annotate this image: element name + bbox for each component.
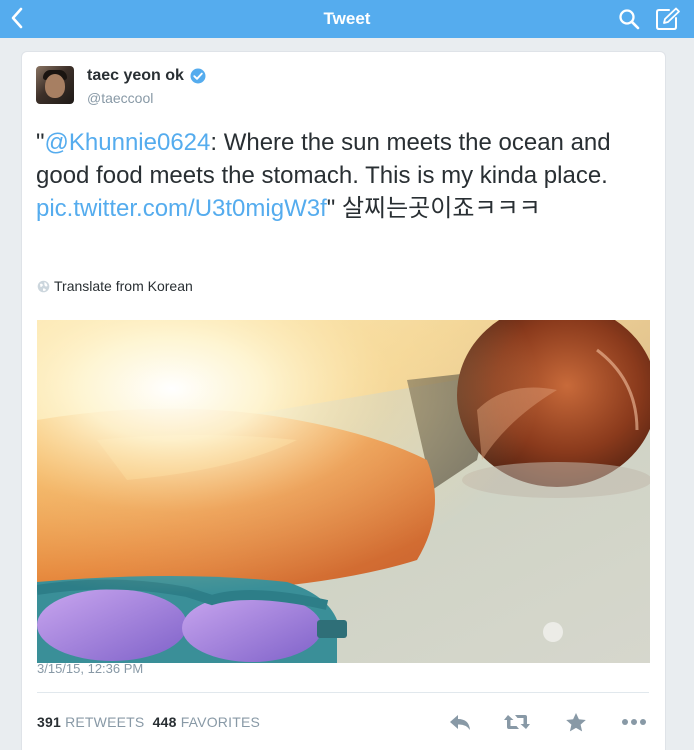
star-icon	[566, 712, 586, 731]
favorites-count: 448	[152, 714, 177, 730]
retweet-icon	[504, 715, 530, 729]
avatar[interactable]	[36, 66, 74, 104]
top-navigation-bar: Tweet	[0, 0, 694, 38]
reply-button[interactable]	[446, 710, 474, 734]
tweet-korean-text: " 살찌는곳이죠ㅋㅋㅋ	[326, 195, 541, 222]
retweets-stat[interactable]: 391 RETWEETS	[37, 714, 144, 730]
photo-link[interactable]: pic.twitter.com/U3t0migW3f	[36, 195, 327, 222]
compose-button[interactable]	[652, 4, 684, 34]
favorites-label: FAVORITES	[180, 714, 261, 730]
translate-button[interactable]: Translate from Korean	[37, 277, 193, 295]
tweet-stats: 391 RETWEETS 448 FAVORITES	[37, 714, 260, 730]
more-button[interactable]	[620, 710, 648, 734]
tweet-text: "@Khunnie0624: Where the sun meets the o…	[36, 126, 648, 225]
favorite-button[interactable]	[562, 710, 590, 734]
more-icon	[622, 719, 646, 725]
tweet-timestamp: 3/15/15, 12:36 PM	[37, 661, 144, 676]
stats-divider	[37, 692, 649, 693]
compose-icon	[656, 7, 680, 30]
globe-icon	[37, 280, 50, 292]
retweets-label: RETWEETS	[65, 714, 145, 730]
favorites-stat[interactable]: 448 FAVORITES	[153, 714, 260, 730]
mention-link[interactable]: @Khunnie0624	[45, 129, 211, 156]
retweets-count: 391	[37, 714, 61, 730]
retweet-button[interactable]	[503, 710, 531, 734]
page-title: Tweet	[323, 9, 371, 28]
search-icon	[619, 9, 640, 30]
translate-label: Translate from Korean	[54, 278, 193, 294]
author-name[interactable]: taec yeon ok	[87, 67, 184, 85]
reply-icon	[450, 715, 470, 730]
author-handle[interactable]: @taeccool	[87, 90, 153, 106]
verified-badge-icon	[190, 68, 206, 84]
search-button[interactable]	[614, 4, 644, 34]
tweet-photo[interactable]	[37, 320, 650, 663]
tweet-quote-open: "	[36, 129, 45, 156]
